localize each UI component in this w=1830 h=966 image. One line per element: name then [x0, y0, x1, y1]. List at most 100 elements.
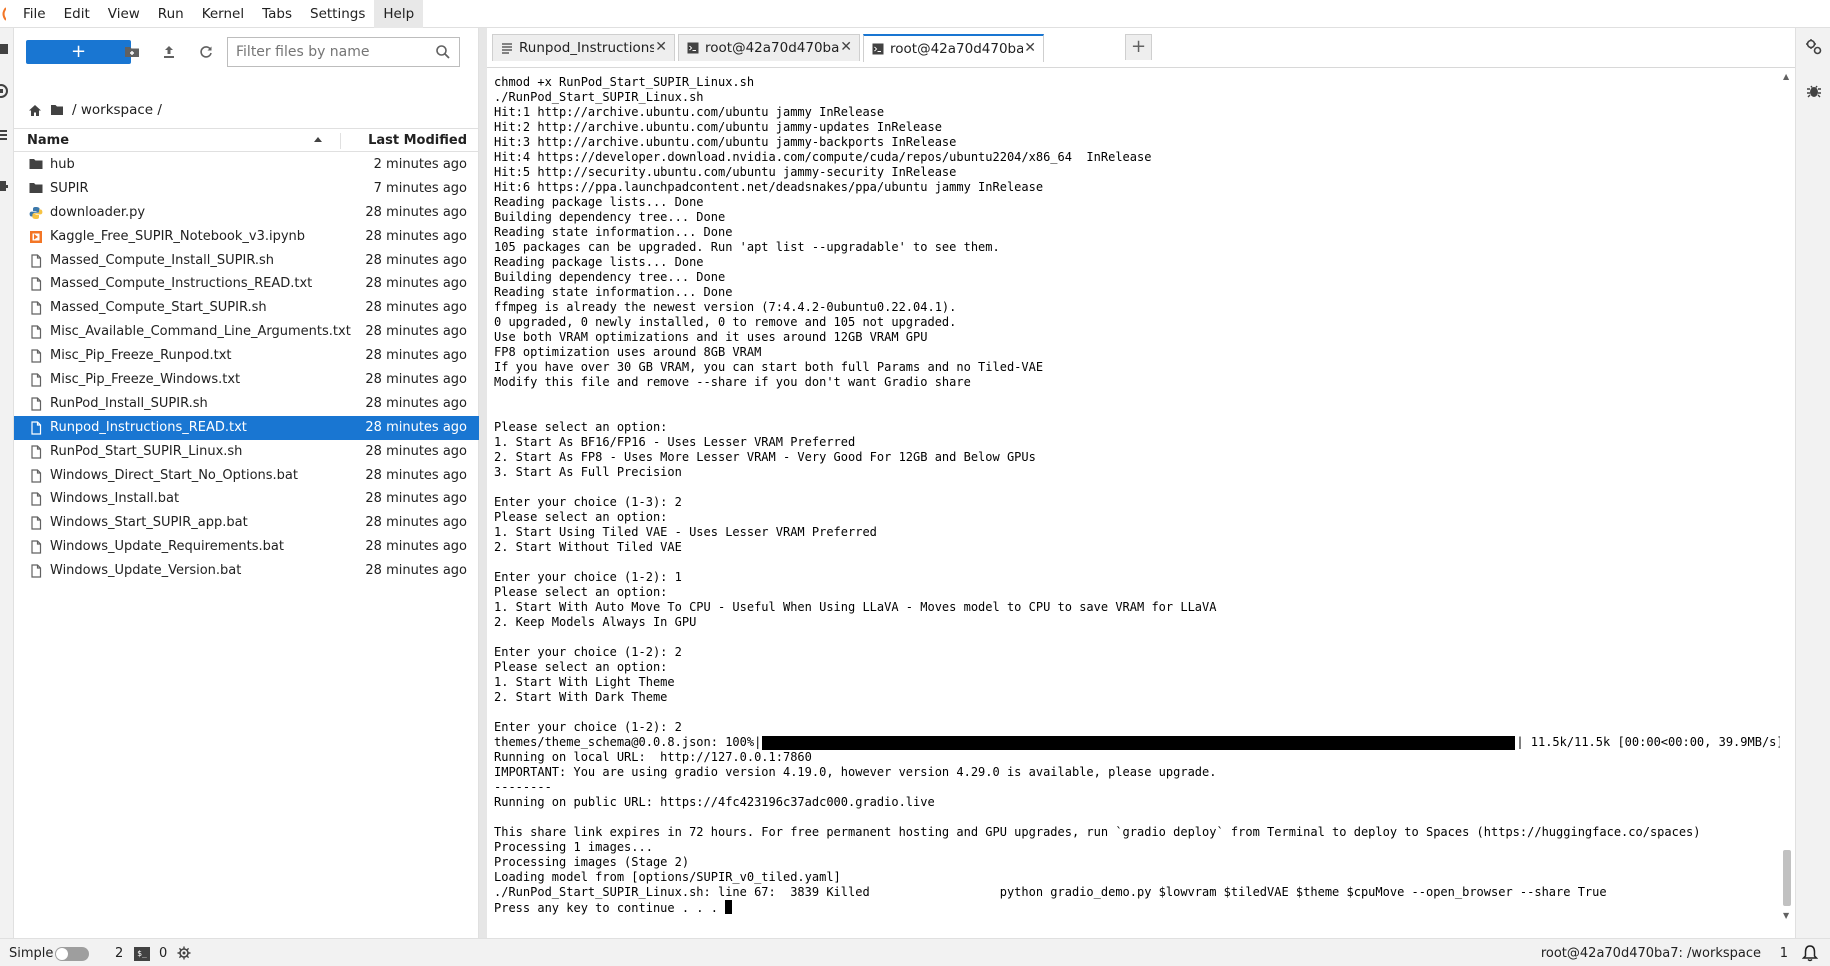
home-icon[interactable]: [28, 104, 42, 117]
folder-icon[interactable]: [50, 104, 64, 116]
text-file-icon: [29, 373, 43, 387]
folder-icon: [29, 158, 43, 172]
running-tab-icon[interactable]: [0, 84, 10, 98]
terminals-count[interactable]: 2: [115, 946, 123, 961]
file-row[interactable]: Runpod_Instructions_READ.txt 28 minutes a…: [14, 415, 479, 440]
file-name: Windows_Install.bat: [50, 491, 180, 507]
menu-view[interactable]: View: [99, 0, 149, 28]
terminal-line: 1. Start Using Tiled VAE - Uses Lesser V…: [494, 525, 877, 539]
text-file-icon: [29, 277, 43, 292]
menu-tabs[interactable]: Tabs: [253, 0, 301, 28]
close-icon[interactable]: ✕: [655, 39, 667, 55]
column-name-header[interactable]: Name: [27, 133, 69, 148]
file-modified: 28 minutes ago: [365, 419, 467, 435]
main-dock-area: + Runpod_Instructions_READ.✕root@42a70d4…: [487, 28, 1795, 938]
refresh-icon[interactable]: [196, 42, 216, 62]
text-file-icon: [29, 540, 43, 554]
file-row[interactable]: downloader.py 28 minutes ago: [14, 201, 479, 225]
terminal-line: ./RunPod_Start_SUPIR_Linux.sh: line 67: …: [494, 885, 1607, 899]
terminal-line: 3. Start As Full Precision: [494, 465, 682, 479]
file-name: Massed_Compute_Install_SUPIR.sh: [50, 252, 275, 268]
terminal-line: Hit:4 https://developer.download.nvidia.…: [494, 150, 1152, 164]
upload-icon[interactable]: [159, 42, 179, 62]
file-row[interactable]: Massed_Compute_Instructions_READ.txt 28 m…: [14, 272, 479, 296]
file-row[interactable]: Windows_Direct_Start_No_Options.bat 28 mi…: [14, 464, 479, 488]
column-modified-header[interactable]: Last Modified: [368, 133, 467, 148]
text-file-icon: [29, 421, 43, 435]
debugger-icon[interactable]: [1805, 82, 1823, 100]
file-row[interactable]: SUPIR 7 minutes ago: [14, 177, 479, 201]
scrollbar-thumb[interactable]: [1783, 850, 1791, 906]
menu-items: File Edit View Run Kernel Tabs Settings Help: [14, 0, 424, 28]
tab-2[interactable]: root@42a70d470ba7: /work✕: [678, 34, 860, 61]
sort-ascending-icon[interactable]: [313, 134, 323, 144]
toggle-knob: [56, 948, 68, 960]
file-row[interactable]: Windows_Update_Requirements.bat 28 minute…: [14, 535, 479, 559]
terminal-line: 1. Start As BF16/FP16 - Uses Lesser VRAM…: [494, 435, 856, 449]
terminal-line: Modify this file and remove --share if y…: [494, 375, 971, 389]
menu-run[interactable]: Run: [149, 0, 193, 28]
terminal-line: 2. Start As FP8 - Uses More Lesser VRAM …: [494, 450, 1036, 464]
file-row[interactable]: RunPod_Install_SUPIR.sh 28 minutes ago: [14, 392, 479, 416]
new-tab-button[interactable]: +: [1125, 34, 1152, 60]
menu-settings[interactable]: Settings: [301, 0, 374, 28]
tab-label: root@42a70d470ba7: /work: [890, 41, 1023, 57]
property-inspector-icon[interactable]: [1805, 38, 1823, 56]
file-modified: 28 minutes ago: [365, 443, 467, 459]
panel-splitter[interactable]: [479, 28, 487, 938]
new-launcher-button[interactable]: +: [26, 40, 131, 64]
commands-tab-icon[interactable]: [0, 128, 10, 142]
file-row[interactable]: Misc_Pip_Freeze_Runpod.txt 28 minutes ago: [14, 344, 479, 368]
file-row[interactable]: Massed_Compute_Install_SUPIR.sh 28 minute…: [14, 249, 479, 273]
terminal-line: If you have over 30 GB VRAM, you can sta…: [494, 360, 1044, 374]
breadcrumb-path[interactable]: / workspace /: [72, 102, 162, 118]
file-row[interactable]: Misc_Available_Command_Line_Arguments.tx…: [14, 320, 479, 344]
file-modified: 28 minutes ago: [365, 395, 467, 411]
tab-3[interactable]: root@42a70d470ba7: /work✕: [863, 34, 1044, 62]
extensions-tab-icon[interactable]: [0, 178, 10, 192]
file-row[interactable]: RunPod_Start_SUPIR_Linux.sh 28 minutes ag…: [14, 440, 479, 464]
file-row[interactable]: Misc_Pip_Freeze_Windows.txt 28 minutes ag…: [14, 368, 479, 392]
terminal-line: Please select an option:: [494, 660, 668, 674]
terminal-line: Hit:2 http://archive.ubuntu.com/ubuntu j…: [494, 120, 942, 134]
file-row[interactable]: Windows_Install.bat 28 minutes ago: [14, 487, 479, 511]
simple-mode-toggle[interactable]: [55, 947, 89, 961]
scroll-up-icon[interactable]: ▲: [1783, 72, 1789, 81]
terminal-panel[interactable]: chmod +x RunPod_Start_SUPIR_Linux.sh ./Ru…: [487, 67, 1795, 938]
file-row[interactable]: Windows_Start_SUPIR_app.bat 28 minutes ag…: [14, 511, 479, 535]
file-modified: 28 minutes ago: [365, 228, 467, 244]
terminal-line: chmod +x RunPod_Start_SUPIR_Linux.sh: [494, 75, 755, 89]
filter-files-field[interactable]: [227, 37, 460, 67]
close-icon[interactable]: ✕: [840, 39, 852, 55]
kernel-gear-icon[interactable]: [177, 946, 191, 960]
menu-help[interactable]: Help: [374, 0, 424, 28]
file-row[interactable]: Kaggle_Free_SUPIR_Notebook_v3.ipynb 28 mi…: [14, 225, 479, 249]
terminal-line: 2. Start Without Tiled VAE: [494, 540, 682, 554]
folder-tab-icon[interactable]: [0, 42, 10, 56]
file-row[interactable]: hub 2 minutes ago: [14, 153, 479, 177]
filter-files-input[interactable]: [228, 38, 418, 66]
terminal-line: Please select an option:: [494, 585, 668, 599]
scroll-down-icon[interactable]: ▼: [1783, 911, 1789, 920]
text-file-icon: [29, 397, 43, 411]
tab-1[interactable]: Runpod_Instructions_READ.✕: [492, 34, 675, 61]
close-icon[interactable]: ✕: [1024, 40, 1036, 56]
new-folder-icon[interactable]: [122, 42, 142, 62]
menu-edit[interactable]: Edit: [55, 0, 99, 28]
file-row[interactable]: Windows_Update_Version.bat 28 minutes ago: [14, 559, 479, 583]
file-name: Kaggle_Free_SUPIR_Notebook_v3.ipynb: [50, 228, 306, 244]
terminal-icon[interactable]: $_: [134, 947, 150, 961]
bell-icon[interactable]: [1802, 944, 1818, 962]
menu-file[interactable]: File: [14, 0, 55, 28]
menu-bar: File Edit View Run Kernel Tabs Settings Help: [0, 0, 1830, 28]
menu-kernel[interactable]: Kernel: [193, 0, 253, 28]
progress-bar: [762, 735, 1516, 750]
file-row[interactable]: Massed_Compute_Start_SUPIR.sh 28 minutes …: [14, 296, 479, 320]
file-modified: 28 minutes ago: [365, 348, 467, 364]
file-list: hub 2 minutes ago SUPIR 7 minutes ago downlo…: [14, 153, 479, 583]
terminal-line: Please select an option:: [494, 420, 668, 434]
terminal-scrollbar[interactable]: ▲ ▼: [1780, 68, 1793, 922]
kernels-count[interactable]: 0: [159, 946, 167, 961]
file-modified: 2 minutes ago: [373, 157, 467, 172]
